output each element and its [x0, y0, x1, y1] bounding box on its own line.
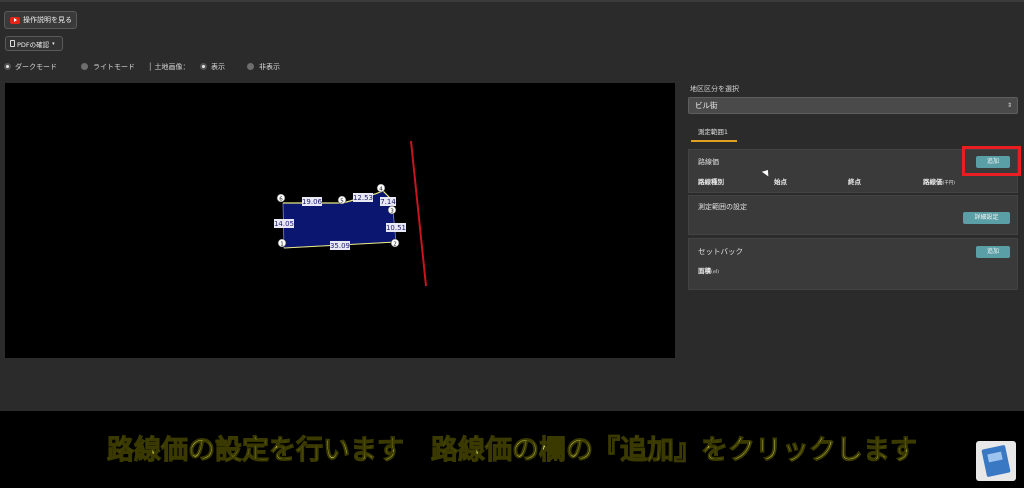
pdf-check-dropdown[interactable]: PDFの確認 ▾ — [5, 36, 63, 51]
column-end-point: 終点 — [848, 178, 861, 186]
land-drawing-canvas[interactable]: 19.06 12.53 7.14 10.51 35.09 14.05 6 5 4… — [5, 83, 675, 358]
land-plot-svg: 19.06 12.53 7.14 10.51 35.09 14.05 6 5 4… — [274, 140, 427, 287]
land-image-show-label: 表示 — [211, 63, 225, 71]
vertex-marker[interactable]: 1 — [277, 238, 287, 248]
vertex-marker[interactable]: 6 — [276, 193, 286, 203]
svg-text:3: 3 — [390, 209, 394, 215]
column-route-price: 路線価(千円) — [923, 178, 956, 186]
svg-text:4: 4 — [379, 187, 383, 193]
district-select-value: ビル街 — [695, 101, 718, 110]
edge-label-bottom: 35.09 — [330, 241, 350, 250]
land-image-hide-label: 非表示 — [259, 63, 280, 71]
add-setback-button[interactable]: 追加 — [976, 246, 1010, 258]
land-image-hide-radio[interactable] — [247, 63, 254, 70]
range-settings-title: 測定範囲の設定 — [698, 203, 747, 211]
column-start-point: 始点 — [774, 178, 787, 186]
edge-label-top: 19.06 — [302, 197, 323, 206]
svg-text:35.09: 35.09 — [330, 242, 350, 250]
light-mode-radio[interactable] — [81, 63, 88, 70]
road-line — [410, 140, 427, 287]
document-icon — [10, 40, 15, 47]
youtube-play-icon — [10, 16, 20, 24]
subtitle-caption: 路線価の設定を行います 路線価の欄の『追加』をクリックします — [107, 435, 918, 467]
district-select[interactable]: ビル街 ⇕ — [688, 97, 1018, 114]
route-price-title: 路線価 — [698, 158, 719, 166]
district-select-label: 地区区分を選択 — [690, 85, 739, 93]
setback-card: セットバック 追加 面積(㎡) — [688, 238, 1018, 290]
edge-label-short: 7.14 — [380, 197, 396, 206]
highlight-add-button-box — [962, 146, 1021, 176]
land-image-label: │ 土地画像： — [148, 63, 190, 71]
chevron-down-icon: ▾ — [52, 40, 55, 47]
edge-label-slope: 12.53 — [353, 193, 373, 202]
watch-instructions-label: 操作説明を見る — [23, 16, 72, 24]
active-tab-indicator — [691, 140, 737, 142]
edge-label-left: 14.05 — [274, 219, 294, 228]
svg-text:19.06: 19.06 — [302, 198, 323, 206]
svg-text:1: 1 — [280, 242, 284, 248]
svg-text:5: 5 — [340, 199, 344, 205]
pdf-check-label: PDFの確認 — [17, 40, 50, 49]
edge-label-right: 10.51 — [386, 223, 406, 232]
vertex-marker[interactable]: 5 — [337, 195, 347, 205]
setback-title: セットバック — [698, 247, 743, 256]
dark-mode-radio[interactable] — [4, 63, 11, 70]
vertex-marker[interactable]: 2 — [390, 238, 400, 248]
svg-text:12.53: 12.53 — [353, 194, 373, 202]
svg-text:7.14: 7.14 — [380, 198, 396, 206]
svg-text:10.51: 10.51 — [386, 224, 406, 232]
range-settings-card: 測定範囲の設定 詳細設定 — [688, 195, 1018, 235]
dark-mode-label: ダークモード — [15, 63, 57, 71]
svg-text:2: 2 — [393, 242, 397, 248]
tab-measurement-range-1[interactable]: 測定範囲1 — [691, 124, 735, 140]
detail-settings-button[interactable]: 詳細設定 — [963, 212, 1010, 224]
top-border — [0, 0, 1024, 2]
select-arrows-icon: ⇕ — [1006, 102, 1012, 109]
watch-instructions-button[interactable]: 操作説明を見る — [4, 11, 77, 29]
column-route-type: 路線種別 — [698, 178, 724, 186]
channel-logo-icon — [976, 441, 1016, 481]
setback-area-label: 面積(㎡) — [698, 267, 720, 275]
vertex-marker[interactable]: 3 — [387, 205, 397, 215]
vertex-marker[interactable]: 4 — [376, 183, 386, 193]
light-mode-label: ライトモード — [93, 63, 135, 71]
land-image-show-radio[interactable] — [200, 63, 207, 70]
svg-text:14.05: 14.05 — [274, 220, 294, 228]
svg-text:6: 6 — [279, 197, 283, 203]
